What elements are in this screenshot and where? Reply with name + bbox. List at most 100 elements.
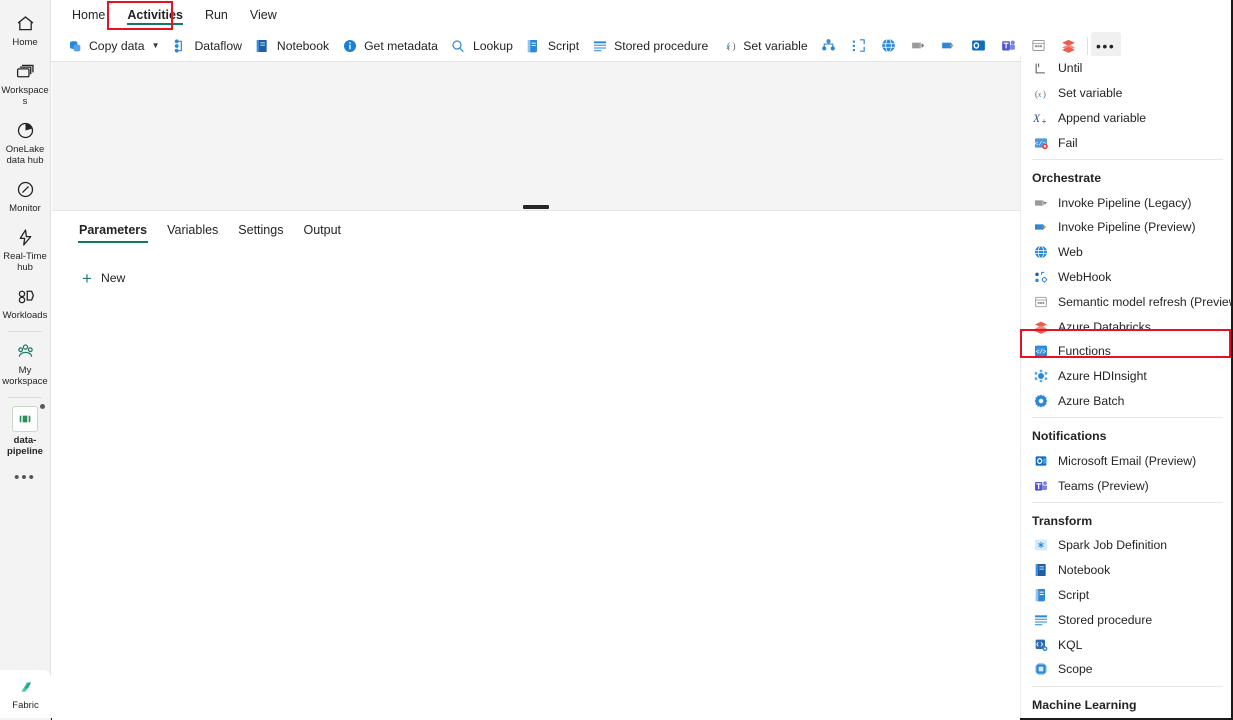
sidebar-item-workspaces[interactable]: Workspaces (0, 54, 51, 113)
scope-icon (1032, 661, 1049, 678)
flyout-label-azure-hdinsight: Azure HDInsight (1058, 369, 1147, 384)
flyout-divider-4 (1032, 685, 1223, 687)
flyout-label-webhook: WebHook (1058, 269, 1112, 284)
flyout-label-until: Until (1058, 61, 1083, 76)
flyout-item-script[interactable]: Script (1021, 583, 1231, 608)
flyout-item-kql[interactable]: KQL (1021, 632, 1231, 657)
flyout-item-invoke-pipeline-preview[interactable]: Invoke Pipeline (Preview) (1021, 215, 1231, 240)
notebook-icon (254, 37, 271, 54)
flyout-item-web[interactable]: Web (1021, 240, 1231, 265)
flyout-item-semantic-model-refresh[interactable]: Semantic model refresh (Preview) (1021, 289, 1231, 314)
flyout-item-scope[interactable]: Scope (1021, 657, 1231, 682)
flyout-group-header-machine-learning: Machine Learning (1032, 697, 1137, 712)
sidebar-label-real-time-hub: Real-Time hub (3, 251, 47, 273)
tab-home-label: Home (72, 8, 106, 22)
toolbar-set-variable-button[interactable]: ( x ) Set variable (714, 33, 813, 59)
sidebar-item-home[interactable]: Home (0, 6, 51, 54)
plus-icon: + (82, 268, 92, 288)
toolbar-azure-databricks-button[interactable] (1054, 33, 1084, 59)
flyout-item-invoke-pipeline-legacy[interactable]: Invoke Pipeline (Legacy) (1021, 190, 1231, 215)
sidebar-item-monitor[interactable]: Monitor (0, 172, 51, 220)
sidebar-item-my-workspace[interactable]: My workspace (0, 334, 51, 393)
splitter-grip-handle[interactable] (523, 205, 549, 209)
flyout-label-invoke-pipeline-preview: Invoke Pipeline (Preview) (1058, 220, 1196, 235)
teams-icon (1000, 37, 1017, 54)
toolbar-get-metadata-button[interactable]: Get metadata (335, 33, 444, 59)
tab-activities[interactable]: Activities (116, 0, 194, 30)
sidebar-item-real-time-hub[interactable]: Real-Time hub (0, 220, 51, 279)
flyout-item-microsoft-email[interactable]: Microsoft Email (Preview) (1021, 448, 1231, 473)
flyout-item-until[interactable]: Until (1021, 56, 1231, 81)
pipeline-canvas[interactable] (52, 62, 1020, 207)
fabric-home-button[interactable]: Fabric (0, 670, 51, 718)
toolbar-notebook-button[interactable]: Notebook (248, 33, 335, 59)
toolbar-teams-button[interactable] (994, 33, 1024, 59)
flyout-item-append-variable[interactable]: X + Append variable (1021, 106, 1231, 131)
unsaved-indicator-dot (39, 404, 45, 409)
flyout-item-azure-machine-learning[interactable]: Azure Machine Learning (1021, 717, 1231, 718)
toolbar-dataflow-button[interactable]: Dataflow (165, 33, 247, 59)
toolbar-stored-procedure-label: Stored procedure (614, 38, 709, 53)
toolbar-web-button[interactable] (874, 33, 904, 59)
azure-databricks-icon (1060, 37, 1077, 54)
invoke-pipeline-preview-icon (1032, 219, 1049, 236)
flyout-label-scope: Scope (1058, 662, 1093, 677)
flyout-item-azure-databricks[interactable]: Azure Databricks (1021, 314, 1231, 339)
real-time-hub-icon (15, 226, 36, 248)
tab-home[interactable]: Home (61, 0, 116, 30)
flyout-group-header-notifications: Notifications (1032, 429, 1107, 444)
flyout-divider-1 (1032, 159, 1223, 161)
flyout-label-azure-databricks: Azure Databricks (1058, 319, 1151, 334)
toolbar-invoke-pipeline-legacy-button[interactable] (904, 33, 934, 59)
toolbar-semantic-model-refresh-button[interactable] (1024, 33, 1054, 59)
tab-variables[interactable]: Variables (157, 215, 228, 245)
set-variable-icon: ( x ) (1032, 85, 1049, 102)
flyout-item-azure-hdinsight[interactable]: Azure HDInsight (1021, 364, 1231, 389)
toolbar-copy-data-button[interactable]: Copy data ▼ (60, 33, 165, 59)
semantic-model-refresh-icon (1030, 37, 1047, 54)
toolbar-script-button[interactable]: Script (519, 33, 585, 59)
sidebar-label-onelake: OneLake data hub (5, 144, 45, 166)
semantic-model-refresh-icon (1032, 293, 1049, 310)
flyout-item-spark-job-definition[interactable]: Spark Job Definition (1021, 533, 1231, 558)
chevron-down-icon[interactable]: ▼ (152, 41, 160, 50)
new-parameter-button[interactable]: + New (76, 265, 131, 291)
flyout-item-webhook[interactable]: WebHook (1021, 265, 1231, 290)
new-parameter-label: New (100, 271, 126, 285)
tab-settings[interactable]: Settings (228, 215, 293, 245)
flyout-item-fail[interactable]: </> Fail (1021, 130, 1231, 155)
toolbar-dataflow-label: Dataflow (194, 38, 242, 53)
tab-view[interactable]: View (239, 0, 288, 30)
toolbar-stored-procedure-button[interactable]: Stored procedure (585, 33, 714, 59)
flyout-item-set-variable[interactable]: ( x ) Set variable (1021, 81, 1231, 106)
properties-panel-body: + New (52, 245, 1020, 291)
flyout-item-notebook[interactable]: Notebook (1021, 558, 1231, 583)
flyout-item-azure-batch[interactable]: Azure Batch (1021, 389, 1231, 414)
lookup-icon (450, 37, 467, 54)
svg-text:x: x (726, 42, 731, 51)
sidebar-item-data-pipeline[interactable]: data- pipeline (0, 400, 51, 463)
append-variable-icon: X + (1032, 109, 1049, 126)
toolbar-office365-outlook-button[interactable] (844, 33, 874, 59)
svg-text:</>: </> (1035, 349, 1046, 356)
flyout-item-teams[interactable]: Teams (Preview) (1021, 473, 1231, 498)
toolbar-delete-activity-button[interactable] (814, 33, 844, 59)
flyout-divider-2 (1032, 417, 1223, 419)
fabric-logo-icon (20, 682, 31, 692)
home-icon (15, 12, 36, 34)
outlook-icon (1032, 452, 1049, 469)
toolbar-invoke-pipeline-preview-button[interactable] (934, 33, 964, 59)
workspaces-icon (15, 60, 36, 82)
sidebar-item-onelake-data-hub[interactable]: OneLake data hub (0, 113, 51, 172)
tab-output[interactable]: Output (293, 215, 351, 245)
sidebar-item-workloads[interactable]: Workloads (0, 279, 51, 327)
toolbar-lookup-button[interactable]: Lookup (444, 33, 519, 59)
flyout-label-microsoft-email: Microsoft Email (Preview) (1058, 453, 1197, 468)
flyout-item-functions[interactable]: </> Functions (1021, 339, 1231, 364)
tab-run[interactable]: Run (194, 0, 239, 30)
sidebar-more-button[interactable]: ••• (14, 469, 36, 486)
flyout-item-stored-procedure[interactable]: Stored procedure (1021, 607, 1231, 632)
stored-procedure-icon (591, 37, 608, 54)
toolbar-outlook-button[interactable] (964, 33, 994, 59)
tab-parameters[interactable]: Parameters (69, 215, 157, 245)
